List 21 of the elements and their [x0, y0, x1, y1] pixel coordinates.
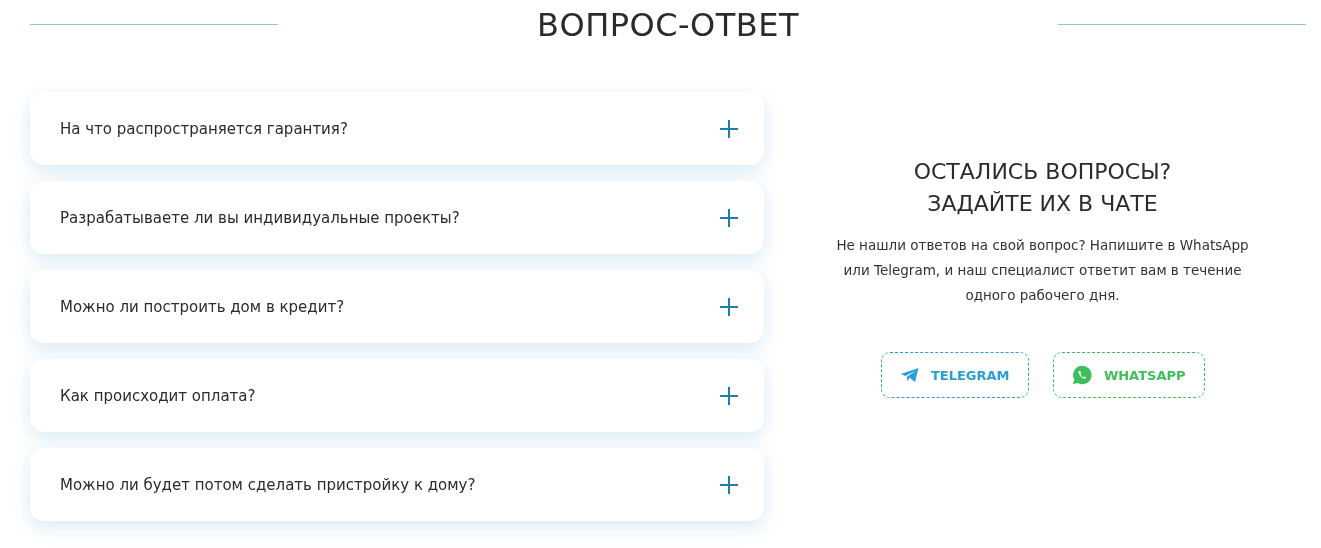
faq-question: Можно ли будет потом сделать пристройку к дому?: [60, 475, 476, 494]
faq-item[interactable]: Можно ли построить дом в кредит?: [30, 270, 764, 343]
contact-text: Не нашли ответов на свой вопрос? Напишите в WhatsApp или Telegram, и наш специалист ответит вам в течение одного рабочего дня.: [835, 236, 1250, 305]
plus-icon[interactable]: [719, 385, 739, 406]
contact-heading: ЗАДАЙТЕ ИХ В ЧАТЕ: [927, 190, 1158, 218]
faq-question: Можно ли построить дом в кредит?: [60, 297, 345, 316]
paper-plane-icon: [899, 366, 919, 384]
faq-item[interactable]: Как происходит оплата?: [30, 359, 764, 432]
faq-item[interactable]: Можно ли будет потом сделать пристройку к дому?: [30, 448, 764, 521]
faq-item[interactable]: На что распространяется гарантия?: [30, 92, 764, 165]
plus-icon[interactable]: [719, 296, 739, 317]
section-title: ВОПРОС-ОТВЕТ: [536, 6, 800, 44]
plus-icon[interactable]: [719, 207, 739, 228]
contact-heading: ОСТАЛИСЬ ВОПРОСЫ?: [913, 158, 1172, 186]
plus-icon[interactable]: [719, 118, 739, 139]
faq-item[interactable]: Разрабатываете ли вы индивидуальные проекты?: [30, 181, 764, 254]
faq-question: На что распространяется гарантия?: [60, 119, 348, 138]
chat-phone-icon: [1071, 364, 1092, 386]
faq-question: Как происходит оплата?: [60, 386, 256, 405]
faq-question: Разрабатываете ли вы индивидуальные проекты?: [60, 208, 460, 227]
plus-icon[interactable]: [719, 474, 739, 495]
